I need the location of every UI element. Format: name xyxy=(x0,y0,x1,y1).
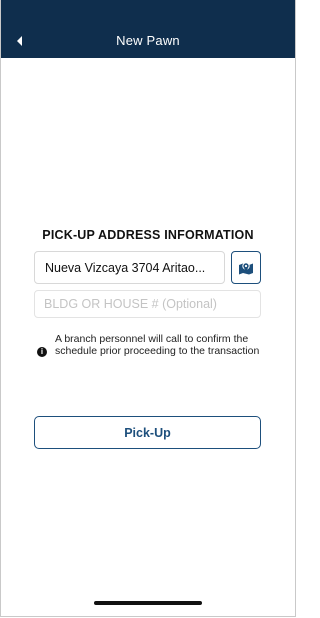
info-icon: i xyxy=(37,347,47,357)
info-note-text: A branch personnel will call to confirm … xyxy=(55,333,260,357)
app-screen: New Pawn PICK-UP ADDRESS INFORMATION Nue… xyxy=(0,0,296,617)
address-field[interactable]: Nueva Vizcaya 3704 Aritao... xyxy=(34,251,225,284)
bldg-house-input[interactable] xyxy=(34,290,261,318)
page-title: New Pawn xyxy=(116,33,180,48)
map-pin-icon xyxy=(239,261,253,274)
top-app-bar: New Pawn xyxy=(1,0,295,58)
map-pin-button[interactable] xyxy=(231,251,261,284)
info-note: i A branch personnel will call to confir… xyxy=(37,333,267,357)
home-indicator xyxy=(94,601,202,605)
pickup-button[interactable]: Pick-Up xyxy=(34,416,261,449)
pickup-section-title: PICK-UP ADDRESS INFORMATION xyxy=(42,228,254,242)
